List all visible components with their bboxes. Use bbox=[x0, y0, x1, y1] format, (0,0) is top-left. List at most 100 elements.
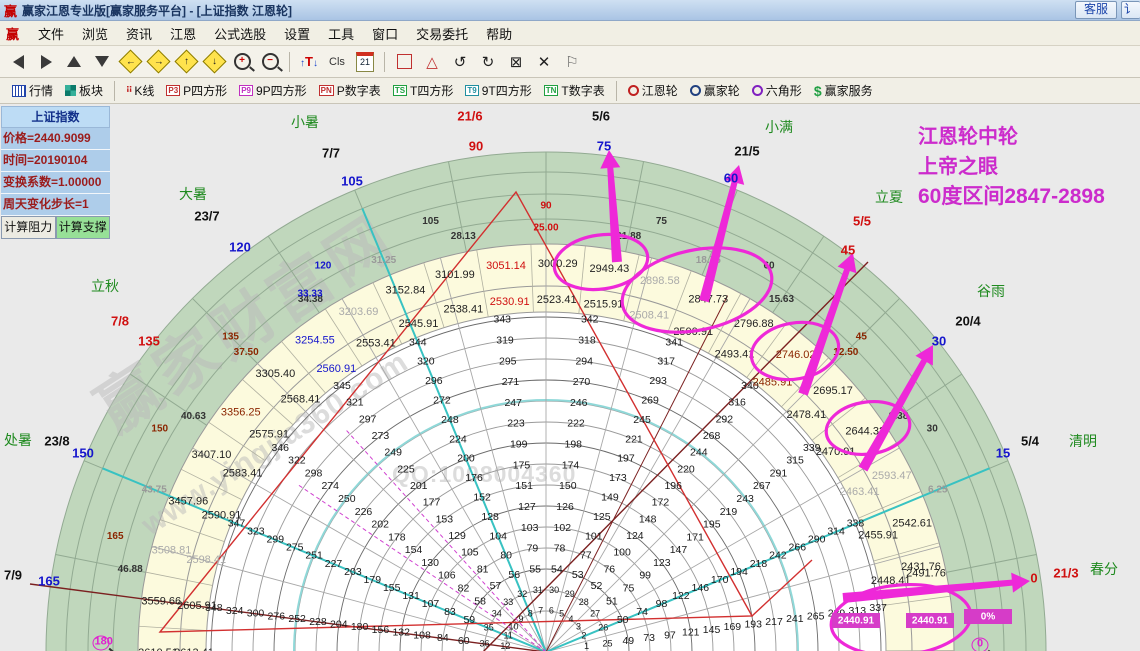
svg-text:194: 194 bbox=[730, 566, 748, 578]
menu-item-7[interactable]: 窗口 bbox=[363, 22, 407, 45]
tab-六角形[interactable]: 六角形 bbox=[751, 82, 802, 99]
wheel-scale-label: 21/3 bbox=[1053, 565, 1079, 581]
calc-support-button[interactable]: 计算支撑 bbox=[55, 216, 110, 239]
tab-P数字表[interactable]: PN P数字表 bbox=[318, 82, 381, 99]
solar-term-label: 小满 bbox=[765, 119, 793, 135]
zoom-in-icon[interactable]: + bbox=[229, 50, 255, 74]
tab-板块[interactable]: 板块 bbox=[65, 82, 103, 99]
diamond-down-icon[interactable]: ↓ bbox=[201, 49, 227, 74]
calc-resistance-button[interactable]: 计算阻力 bbox=[1, 216, 56, 239]
customer-service-button[interactable]: 客服 bbox=[1074, 1, 1117, 19]
wheel-scale-label: 7/9 bbox=[3, 567, 23, 583]
svg-text:170: 170 bbox=[711, 574, 729, 586]
pan-left-icon[interactable] bbox=[5, 50, 31, 74]
rotate-cw-icon[interactable]: ↻ bbox=[475, 50, 501, 74]
svg-text:2593.47: 2593.47 bbox=[872, 470, 912, 482]
svg-text:60: 60 bbox=[458, 635, 470, 647]
tab-9T四方形[interactable]: T9 9T四方形 bbox=[465, 82, 532, 99]
svg-text:101: 101 bbox=[585, 530, 603, 542]
maximize-icon[interactable]: ⊠ bbox=[503, 50, 529, 74]
svg-text:121: 121 bbox=[682, 627, 700, 639]
svg-text:98: 98 bbox=[656, 598, 668, 610]
rotate-ccw-icon[interactable]: ↺ bbox=[447, 50, 473, 74]
dollar-icon: $ bbox=[813, 82, 822, 99]
blocks-icon bbox=[65, 85, 77, 96]
svg-text:2455.91: 2455.91 bbox=[858, 529, 898, 541]
tab-9P四方形[interactable]: P9 9P四方形 bbox=[239, 82, 307, 99]
svg-text:224: 224 bbox=[449, 433, 467, 445]
menu-item-0[interactable]: 文件 bbox=[29, 22, 73, 45]
svg-text:203: 203 bbox=[344, 566, 362, 578]
svg-text:135: 135 bbox=[222, 331, 239, 342]
svg-text:248: 248 bbox=[441, 414, 459, 426]
solar-term-label: 谷雨 bbox=[977, 283, 1005, 299]
tab-T数字表[interactable]: TN T数字表 bbox=[543, 82, 605, 99]
tab-行情[interactable]: 行情 bbox=[12, 82, 53, 99]
svg-text:128: 128 bbox=[481, 511, 499, 523]
svg-text:79: 79 bbox=[527, 543, 539, 555]
pan-down-icon[interactable] bbox=[89, 50, 115, 74]
menu-item-3[interactable]: 江恩 bbox=[161, 22, 205, 45]
t-updown-icon[interactable]: ↑T↓ bbox=[296, 50, 322, 74]
pan-right-icon[interactable] bbox=[33, 50, 59, 74]
diamond-right-icon[interactable]: → bbox=[145, 49, 171, 74]
tab-赢家服务[interactable]: $ 赢家服务 bbox=[814, 82, 873, 99]
svg-text:25.00: 25.00 bbox=[533, 223, 558, 234]
menu-item-9[interactable]: 帮助 bbox=[477, 22, 521, 45]
tabbar-separator bbox=[114, 80, 116, 101]
svg-text:316: 316 bbox=[728, 397, 746, 409]
cls-icon[interactable]: Cls bbox=[324, 50, 350, 74]
svg-text:244: 244 bbox=[690, 447, 708, 459]
hexagon-icon bbox=[751, 85, 763, 96]
svg-text:54: 54 bbox=[551, 563, 563, 575]
pan-up-icon[interactable] bbox=[61, 50, 87, 74]
svg-text:173: 173 bbox=[609, 472, 627, 484]
svg-text:323: 323 bbox=[247, 526, 265, 538]
svg-text:2493.41: 2493.41 bbox=[715, 349, 755, 361]
red-square-icon[interactable] bbox=[391, 50, 417, 74]
red-triangle-icon[interactable]: △ bbox=[419, 50, 445, 74]
svg-text:2583.41: 2583.41 bbox=[223, 467, 263, 479]
svg-text:202: 202 bbox=[371, 519, 389, 531]
svg-text:28: 28 bbox=[579, 597, 589, 607]
calendar-21-icon[interactable]: 21 bbox=[352, 50, 378, 74]
svg-text:55: 55 bbox=[529, 563, 541, 575]
svg-text:324: 324 bbox=[226, 605, 244, 617]
flag-icon[interactable]: ⚐ bbox=[559, 50, 585, 74]
menu-item-4[interactable]: 公式选股 bbox=[205, 22, 275, 45]
menu-item-5[interactable]: 设置 bbox=[275, 22, 319, 45]
svg-text:227: 227 bbox=[325, 558, 343, 570]
wheel-scale-label: 75 bbox=[596, 138, 612, 154]
title-bar: 赢 赢家江恩专业版[赢家服务平台] - [上证指数 江恩轮] 客服讠 bbox=[0, 0, 1140, 21]
tab-T四方形[interactable]: TS T四方形 bbox=[392, 82, 453, 99]
svg-text:225: 225 bbox=[397, 463, 415, 475]
tab-江恩轮[interactable]: 江恩轮 bbox=[627, 82, 678, 99]
svg-text:131: 131 bbox=[402, 590, 420, 602]
svg-text:99: 99 bbox=[639, 570, 651, 582]
tab-K线[interactable]: ꜟꜟ K线 bbox=[126, 82, 154, 99]
svg-text:26: 26 bbox=[598, 623, 608, 633]
menu-item-1[interactable]: 浏览 bbox=[73, 22, 117, 45]
solar-term-label: 立秋 bbox=[91, 278, 119, 294]
price-row: 价格=2440.9099 bbox=[1, 128, 110, 150]
svg-text:2590.91: 2590.91 bbox=[202, 510, 242, 522]
zoom-out-icon[interactable]: − bbox=[257, 50, 283, 74]
wheel-scale-label: 0 bbox=[1030, 570, 1038, 586]
svg-text:315: 315 bbox=[786, 455, 804, 467]
svg-text:3152.84: 3152.84 bbox=[386, 284, 426, 296]
menu-item-6[interactable]: 工具 bbox=[319, 22, 363, 45]
step-row: 周天变化步长=1 bbox=[1, 194, 110, 216]
svg-text:2478.41: 2478.41 bbox=[786, 409, 826, 421]
tab-赢家轮[interactable]: 赢家轮 bbox=[689, 82, 740, 99]
menu-item-2[interactable]: 资讯 bbox=[117, 22, 161, 45]
svg-text:3559.66: 3559.66 bbox=[141, 595, 181, 607]
tab-P四方形[interactable]: P3 P四方形 bbox=[166, 82, 227, 99]
menu-item-8[interactable]: 交易委托 bbox=[407, 22, 477, 45]
diamond-up-icon[interactable]: ↑ bbox=[173, 49, 199, 74]
fit-screen-icon[interactable]: ✕ bbox=[531, 50, 557, 74]
wheel-scale-label: 30 bbox=[931, 333, 947, 349]
svg-text:273: 273 bbox=[372, 430, 390, 442]
svg-text:156: 156 bbox=[372, 624, 390, 636]
diamond-left-icon[interactable]: ← bbox=[117, 49, 143, 74]
partial-button[interactable]: 讠 bbox=[1121, 1, 1140, 19]
